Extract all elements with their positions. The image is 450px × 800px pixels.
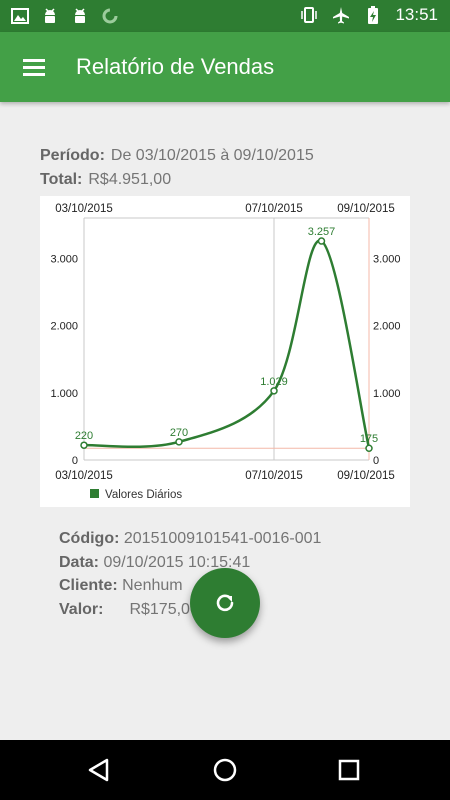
- period-value: De 03/10/2015 à 09/10/2015: [110, 147, 314, 164]
- period-label: Período:: [40, 147, 105, 164]
- period-row: Período: De 03/10/2015 à 09/10/2015: [40, 144, 314, 168]
- data-point: [175, 438, 183, 446]
- series-line: [83, 239, 371, 449]
- data-point: [80, 441, 88, 449]
- data-label: 220: [75, 430, 93, 442]
- x-tick-label-top: 09/10/2015: [337, 203, 395, 215]
- y-tick-label-left: 3.000: [50, 253, 78, 265]
- y-tick-label-left: 0: [72, 455, 78, 467]
- x-tick-label-top: 03/10/2015: [55, 203, 113, 215]
- back-icon[interactable]: [83, 754, 115, 786]
- battery-charging-icon: [368, 6, 379, 24]
- x-tick-label-bottom: 03/10/2015: [55, 470, 113, 482]
- code-row: Código: 20151009101541-0016-001: [59, 527, 321, 551]
- x-tick-label-bottom: 09/10/2015: [337, 470, 395, 482]
- total-row: Total: R$4.951,00: [40, 168, 314, 192]
- vibrate-icon: [301, 7, 318, 23]
- sync-icon: [102, 8, 118, 24]
- line-chart: 0 0 1.000 1.000 2.000 2.000 3.000 3.000 03/10/20…: [50, 203, 401, 501]
- image-icon: [11, 8, 29, 24]
- airplane-icon: [333, 7, 350, 24]
- refresh-icon: [216, 594, 234, 612]
- date-row: Data: 09/10/2015 10:15:41: [59, 551, 321, 575]
- report-summary: Período: De 03/10/2015 à 09/10/2015 Total…: [40, 144, 314, 192]
- data-point: [270, 387, 278, 395]
- client-label: Cliente:: [59, 577, 118, 594]
- refresh-button[interactable]: [190, 568, 260, 638]
- total-value: R$4.951,00: [88, 171, 172, 188]
- data-point: [365, 444, 373, 452]
- date-label: Data:: [59, 553, 100, 571]
- x-tick-label-top: 07/10/2015: [245, 203, 303, 215]
- y-tick-label-left: 1.000: [50, 388, 78, 400]
- hamburger-menu-icon[interactable]: [14, 49, 50, 85]
- value-label: Valor:: [59, 600, 104, 618]
- y-tick-label-right: 1.000: [373, 388, 401, 400]
- app-bar: Relatório de Vendas: [0, 32, 450, 102]
- data-point: [317, 237, 326, 245]
- x-tick-label-bottom: 07/10/2015: [245, 470, 303, 482]
- clock: 13:51: [395, 5, 438, 24]
- client-value: Nenhum: [122, 577, 183, 594]
- data-label: 3.257: [308, 226, 336, 238]
- y-tick-label-right: 0: [373, 455, 379, 467]
- data-label: 1.029: [260, 376, 288, 388]
- total-label: Total:: [40, 171, 83, 188]
- code-value: 20151009101541-0016-001: [123, 530, 322, 547]
- code-label: Código:: [59, 530, 120, 547]
- data-label: 270: [170, 427, 188, 439]
- legend-swatch: [90, 489, 99, 498]
- sales-chart[interactable]: 0 0 1.000 1.000 2.000 2.000 3.000 3.000 03/10/20…: [40, 196, 410, 507]
- recents-icon[interactable]: [333, 754, 365, 786]
- y-tick-label-right: 3.000: [373, 253, 401, 265]
- status-bar: 13:51: [0, 0, 450, 32]
- legend-label: Valores Diários: [105, 489, 182, 501]
- android-icon: [75, 8, 85, 23]
- y-tick-label-right: 2.000: [373, 321, 401, 333]
- home-icon[interactable]: [209, 754, 241, 786]
- page-title: Relatório de Vendas: [76, 54, 275, 79]
- android-icon: [45, 8, 55, 23]
- y-tick-label-left: 2.000: [50, 321, 78, 333]
- value-value: R$175,00: [129, 600, 199, 618]
- navigation-bar: [0, 740, 450, 800]
- data-label: 175: [360, 433, 378, 445]
